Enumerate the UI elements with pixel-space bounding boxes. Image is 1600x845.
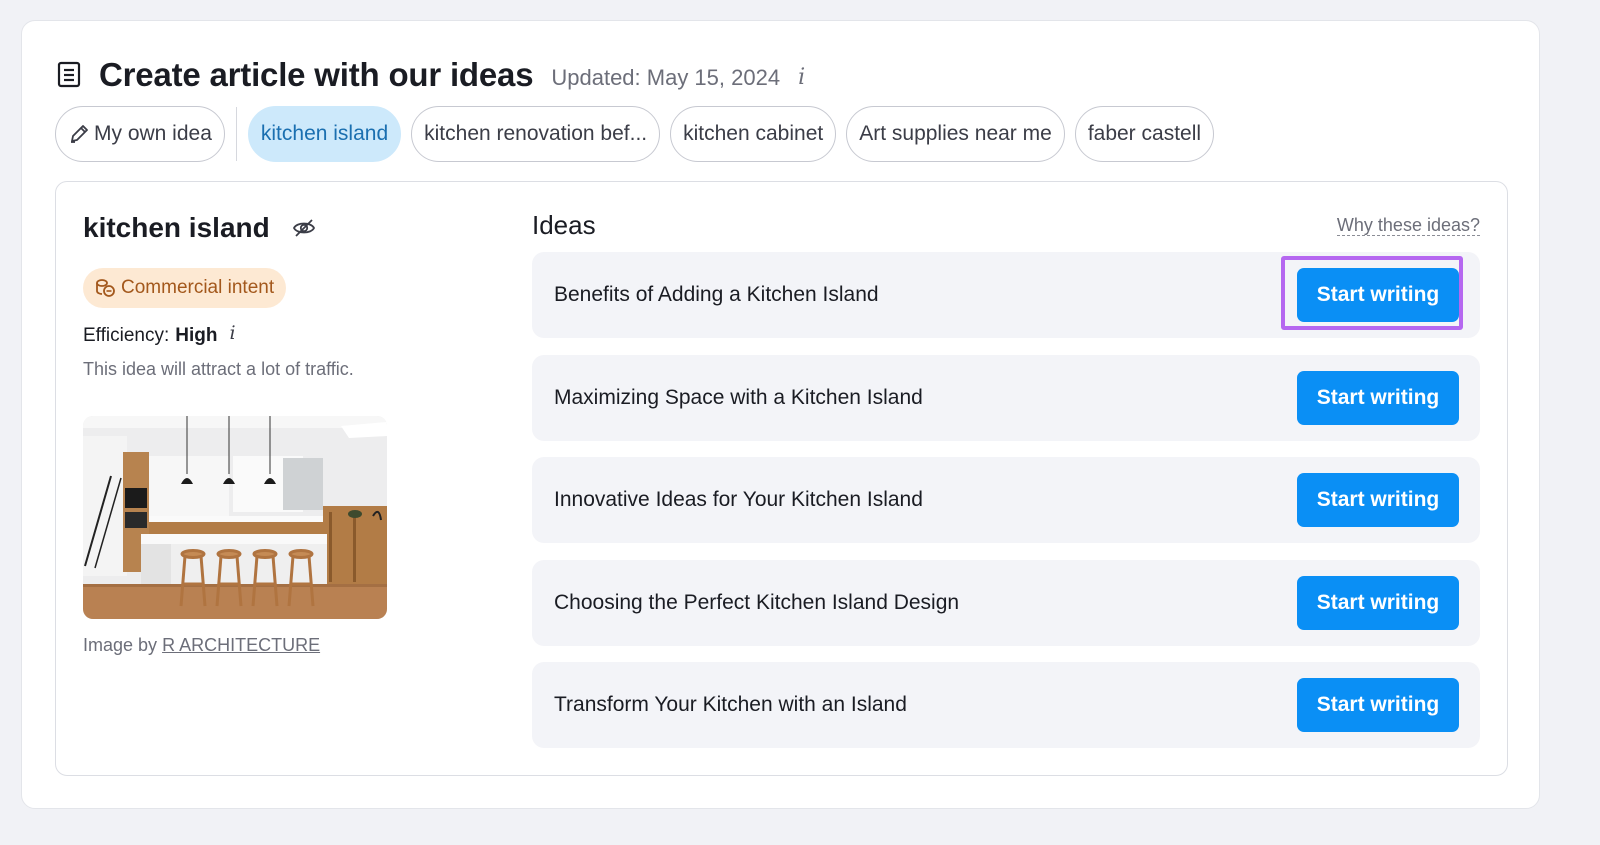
- start-writing-button[interactable]: Start writing: [1297, 575, 1459, 630]
- idea-title: Innovative Ideas for Your Kitchen Island: [554, 488, 923, 511]
- idea-title: Transform Your Kitchen with an Island: [554, 693, 907, 716]
- chip-divider: [235, 107, 237, 161]
- idea-row: Choosing the Perfect Kitchen Island Desi…: [532, 559, 1480, 646]
- updated-date: Updated: May 15, 2024: [551, 65, 781, 90]
- kitchen-photo: [83, 416, 387, 619]
- keyword-ideas-panel: kitchen island Commercial intent Efficie…: [55, 181, 1508, 776]
- idea-title: Maximizing Space with a Kitchen Island: [554, 385, 923, 409]
- ideas-list: Benefits of Adding a Kitchen Island Star…: [532, 252, 1480, 765]
- my-own-idea-label: My own idea: [94, 122, 212, 145]
- idea-row: Benefits of Adding a Kitchen Island Star…: [532, 252, 1480, 338]
- ideas-heading: Ideas: [532, 210, 596, 240]
- card-header: Create article with our ideas Updated: M…: [57, 55, 805, 95]
- chip-kitchen-island[interactable]: kitchen island: [247, 106, 402, 162]
- efficiency-label: Efficiency:: [83, 325, 170, 346]
- chip-faber-castell[interactable]: faber castell: [1074, 106, 1215, 162]
- start-writing-button[interactable]: Start writing: [1297, 370, 1459, 425]
- chip-kitchen-renovation[interactable]: kitchen renovation bef...: [411, 106, 661, 162]
- info-icon[interactable]: i: [798, 65, 805, 90]
- start-writing-button[interactable]: Start writing: [1297, 473, 1459, 527]
- efficiency-info-icon[interactable]: i: [229, 322, 235, 344]
- efficiency-value: High: [175, 325, 218, 346]
- page-title: Create article with our ideas: [99, 56, 534, 93]
- image-credit: Image by R ARCHITECTURE: [83, 635, 320, 656]
- my-own-idea-chip[interactable]: My own idea: [55, 106, 225, 162]
- image-credit-link[interactable]: R ARCHITECTURE: [162, 635, 320, 655]
- coins-icon: [93, 276, 117, 300]
- create-article-card: Create article with our ideas Updated: M…: [21, 20, 1540, 809]
- chip-art-supplies[interactable]: Art supplies near me: [846, 106, 1065, 162]
- pencil-icon: [68, 123, 90, 145]
- keyword-title-text: kitchen island: [83, 212, 270, 243]
- start-writing-button[interactable]: Start writing: [1297, 268, 1459, 322]
- efficiency-row: Efficiency: High i: [83, 322, 236, 347]
- idea-title: Benefits of Adding a Kitchen Island: [554, 283, 879, 306]
- idea-row: Innovative Ideas for Your Kitchen Island…: [532, 457, 1480, 543]
- idea-title: Choosing the Perfect Kitchen Island Desi…: [554, 590, 960, 614]
- why-these-ideas-link[interactable]: Why these ideas?: [1336, 215, 1480, 236]
- idea-row: Maximizing Space with a Kitchen Island S…: [532, 354, 1480, 441]
- image-credit-prefix: Image by: [83, 635, 158, 655]
- efficiency-description: This idea will attract a lot of traffic.: [83, 359, 354, 379]
- chip-kitchen-cabinet[interactable]: kitchen cabinet: [670, 106, 837, 162]
- start-writing-button[interactable]: Start writing: [1297, 678, 1459, 732]
- intent-label: Commercial intent: [121, 277, 275, 298]
- hide-eye-icon[interactable]: [292, 216, 316, 240]
- document-icon: [57, 61, 85, 89]
- keyword-chips: My own idea kitchen island kitchen renov…: [55, 106, 1224, 162]
- idea-row: Transform Your Kitchen with an Island St…: [532, 662, 1480, 748]
- keyword-title: kitchen island: [83, 212, 316, 244]
- intent-badge: Commercial intent: [83, 268, 287, 308]
